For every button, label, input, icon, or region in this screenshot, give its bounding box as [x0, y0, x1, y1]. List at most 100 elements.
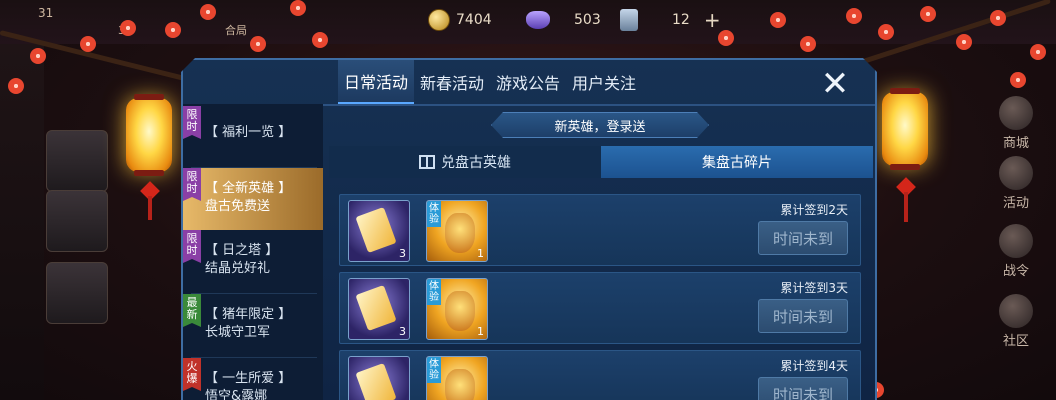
right-nav-battlepass[interactable]: 战令 — [992, 224, 1040, 279]
hero-portrait-icon — [445, 213, 475, 253]
tab-spring-festival[interactable]: 新春活动 — [414, 60, 490, 104]
plum-blossom — [80, 36, 96, 52]
trial-tag: 体验 — [427, 279, 441, 305]
plum-blossom — [8, 78, 24, 94]
gold-coin-icon — [428, 9, 450, 31]
left-rail — [0, 44, 44, 400]
gold-amount: 7404 — [456, 12, 492, 28]
plum-blossom — [800, 36, 816, 52]
side-menu: 限时 【 福利一览 】 限时 【 全新英雄 】 盘古免费送 限时 【 日之塔 】… — [183, 104, 323, 400]
plum-blossom — [200, 4, 216, 20]
item-quantity: 3 — [399, 247, 406, 260]
item-quantity: 1 — [477, 325, 484, 338]
plum-blossom — [956, 34, 972, 50]
plum-blossom — [990, 10, 1006, 26]
sign-in-requirement: 累计签到4天 — [780, 359, 848, 373]
shop-icon — [999, 96, 1033, 130]
side-item-sublabel: 盘古免费送 — [205, 199, 271, 214]
plum-blossom — [920, 6, 936, 22]
plum-blossom — [290, 0, 306, 16]
hero-portrait-icon — [445, 369, 475, 400]
reward-row: 3 体验 1 累计签到2天 时间未到 — [339, 194, 861, 266]
claim-button[interactable]: 时间未到 — [758, 299, 848, 333]
limited-badge: 限时 — [183, 106, 201, 139]
side-item-sun-tower[interactable]: 限时 【 日之塔 】 结晶兑好礼 — [183, 230, 323, 292]
side-item-label: 【 日之塔 】 — [205, 243, 279, 258]
trial-hero-item[interactable]: 体验 1 — [426, 200, 488, 262]
side-item-label: 【 全新英雄 】 — [205, 181, 292, 196]
tab-daily[interactable]: 日常活动 — [338, 60, 415, 104]
side-item-label: 【 福利一览 】 — [205, 125, 292, 140]
event-banner: 新英雄，登录送 — [491, 112, 709, 138]
battlepass-icon — [999, 224, 1033, 258]
right-nav-label: 战令 — [1002, 264, 1029, 279]
trial-tag: 体验 — [427, 357, 441, 383]
event-icon — [999, 156, 1033, 190]
ticket-counter: 12 + — [620, 8, 721, 32]
right-nav-shop[interactable]: 商城 — [992, 96, 1040, 151]
side-item-sublabel: 悟空&露娜 — [205, 389, 268, 400]
plum-blossom — [770, 12, 786, 28]
trial-hero-item[interactable]: 体验 1 — [426, 278, 488, 340]
guild-tag: 合局 — [225, 24, 247, 37]
hero-fragment-item[interactable]: 3 — [348, 278, 410, 340]
close-button[interactable]: ✕ — [815, 64, 855, 104]
sign-in-requirement: 累计签到2天 — [780, 203, 848, 217]
ticket-icon — [620, 9, 638, 31]
trial-hero-item[interactable]: 体验 1 — [426, 356, 488, 400]
gem-icon — [526, 11, 550, 29]
gold-counter: 7404 — [428, 8, 492, 32]
gift-icon — [419, 155, 435, 169]
lantern-left — [126, 94, 172, 176]
side-item-label: 【 猪年限定 】 — [205, 307, 292, 322]
subtab-exchange-hero[interactable]: 兑盘古英雄 — [329, 146, 601, 178]
fragment-icon — [355, 285, 397, 331]
gem-counter: 503 — [526, 8, 601, 32]
limited-badge: 限时 — [183, 230, 201, 263]
tab-follow[interactable]: 用户关注 — [566, 60, 642, 104]
left-card[interactable] — [46, 262, 108, 324]
right-nav-event[interactable]: 活动 — [992, 156, 1040, 211]
fragment-icon — [355, 363, 397, 400]
lantern-right — [882, 88, 928, 170]
ticket-amount: 12 — [672, 12, 690, 28]
trial-tag: 体验 — [427, 201, 441, 227]
limited-badge: 限时 — [183, 168, 201, 201]
side-item-sublabel: 长城守卫军 — [205, 325, 271, 340]
tab-announcements[interactable]: 游戏公告 — [490, 60, 566, 104]
close-icon: ✕ — [820, 64, 850, 104]
side-item-new-hero[interactable]: 限时 【 全新英雄 】 盘古免费送 — [183, 168, 323, 230]
subtab-label: 兑盘古英雄 — [441, 155, 511, 171]
sign-in-requirement: 累计签到3天 — [780, 281, 848, 295]
lantern-tassel — [904, 192, 908, 222]
side-item-lifelong-love[interactable]: 火爆 【 一生所爱 】 悟空&露娜 — [183, 358, 323, 400]
hero-fragment-item[interactable]: 3 — [348, 200, 410, 262]
right-nav: 商城 活动 战令 社区 — [986, 44, 1056, 400]
plum-blossom — [312, 32, 328, 48]
plum-blossom — [165, 22, 181, 38]
claim-button[interactable]: 时间未到 — [758, 377, 848, 400]
claim-button[interactable]: 时间未到 — [758, 221, 848, 255]
item-quantity: 3 — [399, 325, 406, 338]
side-item-welfare[interactable]: 限时 【 福利一览 】 — [183, 106, 323, 166]
fragment-icon — [355, 207, 397, 253]
add-ticket-button[interactable]: + — [704, 8, 721, 32]
right-nav-label: 活动 — [1002, 196, 1029, 211]
side-item-pig-year[interactable]: 最新 【 猪年限定 】 长城守卫军 — [183, 294, 323, 356]
hero-portrait-icon — [445, 291, 475, 331]
subtabs: 兑盘古英雄 集盘古碎片 — [329, 146, 873, 178]
hot-badge: 火爆 — [183, 358, 201, 391]
left-card[interactable] — [46, 130, 108, 192]
right-nav-community[interactable]: 社区 — [992, 294, 1040, 349]
activity-content: 新英雄，登录送 兑盘古英雄 集盘古碎片 3 体验 1 累计签到2天 时间未到 3… — [325, 106, 877, 400]
community-icon — [999, 294, 1033, 328]
hero-fragment-item[interactable]: 3 — [348, 356, 410, 400]
left-card[interactable] — [46, 190, 108, 252]
reward-row: 3 体验 1 累计签到4天 时间未到 — [339, 350, 861, 400]
new-badge: 最新 — [183, 294, 201, 327]
plum-blossom — [30, 48, 46, 64]
subtab-collect-fragments[interactable]: 集盘古碎片 — [601, 146, 873, 178]
side-item-label: 【 一生所爱 】 — [205, 371, 292, 386]
plum-blossom — [718, 30, 734, 46]
right-nav-label: 社区 — [1002, 334, 1029, 349]
